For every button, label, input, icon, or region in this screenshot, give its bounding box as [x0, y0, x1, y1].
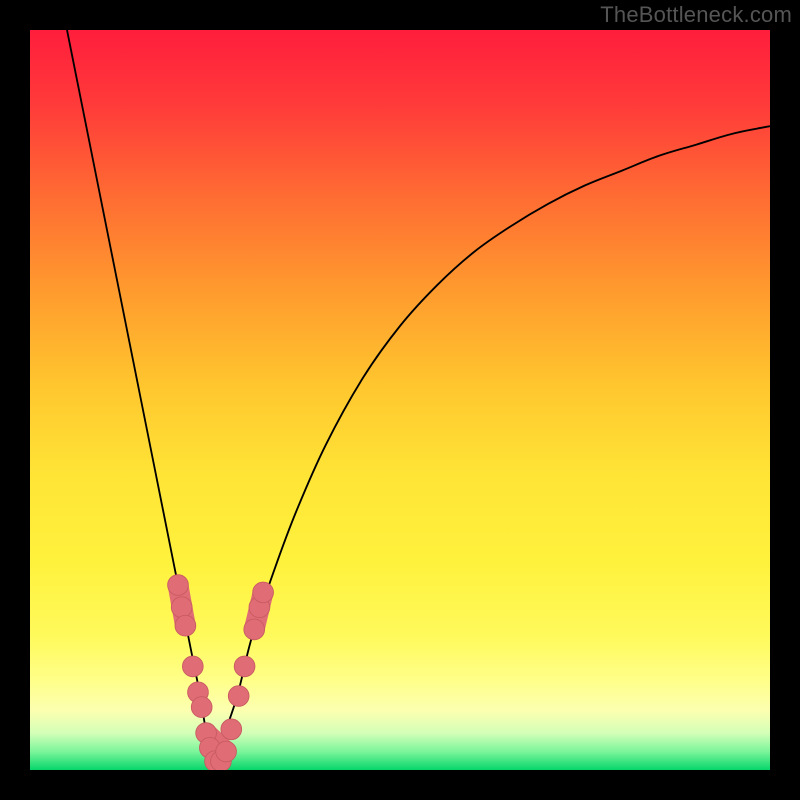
marker-dot	[175, 615, 196, 636]
marker-dot	[253, 582, 274, 603]
watermark-text: TheBottleneck.com	[600, 2, 792, 28]
marker-dot	[228, 686, 249, 707]
marker-dot	[168, 575, 189, 596]
figure-frame: TheBottleneck.com	[0, 0, 800, 800]
curve-right-branch	[215, 126, 770, 770]
curve-layer	[30, 30, 770, 770]
marker-dot	[216, 741, 237, 762]
marker-dot	[171, 597, 192, 618]
plot-area	[30, 30, 770, 770]
marker-dot	[182, 656, 203, 677]
marker-dot	[244, 619, 265, 640]
marker-dot	[234, 656, 255, 677]
marker-dot	[191, 697, 212, 718]
marker-dot	[221, 719, 242, 740]
